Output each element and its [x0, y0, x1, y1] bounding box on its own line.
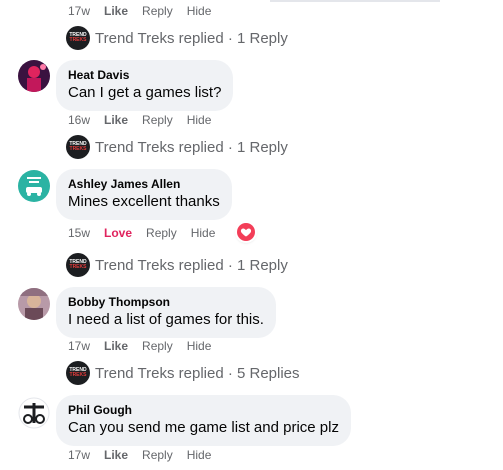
reply-button[interactable]: Reply: [146, 226, 177, 240]
comment-actions: 17w Like Reply Hide: [68, 448, 225, 462]
comment-text: Can you send me game list and price plz: [68, 419, 339, 436]
avatar[interactable]: [18, 288, 50, 320]
trend-treks-logo: TREND TREKS: [66, 361, 90, 385]
reply-button[interactable]: Reply: [142, 448, 173, 462]
hide-button[interactable]: Hide: [187, 113, 212, 127]
comment-bubble: Phil Gough Can you send me game list and…: [56, 395, 351, 446]
comment-actions: 17w Like Reply Hide: [68, 4, 225, 18]
trend-treks-logo: TREND TREKS: [66, 26, 90, 50]
timestamp[interactable]: 16w: [68, 113, 90, 127]
timestamp[interactable]: 17w: [68, 4, 90, 18]
replies-link[interactable]: TREND TREKS Trend Treks replied · 5 Repli…: [66, 361, 300, 385]
reply-button[interactable]: Reply: [142, 339, 173, 353]
author-name[interactable]: Heat Davis: [68, 67, 221, 83]
author-name[interactable]: Bobby Thompson: [68, 294, 264, 310]
like-button[interactable]: Like: [104, 448, 128, 462]
timestamp[interactable]: 15w: [68, 226, 90, 240]
trend-treks-logo: TREND TREKS: [66, 253, 90, 277]
hide-button[interactable]: Hide: [187, 448, 212, 462]
avatar[interactable]: [18, 60, 50, 92]
replies-summary[interactable]: Trend Treks replied · 1 Reply: [95, 30, 288, 47]
replies-summary[interactable]: Trend Treks replied · 5 Replies: [95, 365, 300, 382]
trend-treks-logo: TREND TREKS: [66, 135, 90, 159]
timestamp[interactable]: 17w: [68, 339, 90, 353]
comment-actions: 17w Like Reply Hide: [68, 339, 225, 353]
avatar[interactable]: [18, 397, 50, 429]
hide-button[interactable]: Hide: [187, 4, 212, 18]
replies-link[interactable]: TREND TREKS Trend Treks replied · 1 Reply: [66, 253, 288, 277]
love-reaction-button[interactable]: Love: [104, 226, 132, 240]
hide-button[interactable]: Hide: [191, 226, 216, 240]
comment-actions: 15w Love Reply Hide: [68, 226, 229, 240]
hide-button[interactable]: Hide: [187, 339, 212, 353]
author-name[interactable]: Phil Gough: [68, 402, 339, 418]
comment-bubble: Heat Davis Can I get a games list?: [56, 60, 234, 111]
comment-text: Mines excellent thanks: [68, 193, 220, 210]
comment-actions: 16w Like Reply Hide: [68, 113, 225, 127]
replies-summary[interactable]: Trend Treks replied · 1 Reply: [95, 139, 288, 156]
replies-link[interactable]: TREND TREKS Trend Treks replied · 1 Reply: [66, 135, 288, 159]
like-button[interactable]: Like: [104, 4, 128, 18]
replies-summary[interactable]: Trend Treks replied · 1 Reply: [95, 257, 288, 274]
comment-text: I need a list of games for this.: [68, 311, 264, 328]
like-button[interactable]: Like: [104, 113, 128, 127]
avatar[interactable]: [18, 170, 50, 202]
reply-button[interactable]: Reply: [142, 4, 173, 18]
timestamp[interactable]: 17w: [68, 448, 90, 462]
reply-button[interactable]: Reply: [142, 113, 173, 127]
like-button[interactable]: Like: [104, 339, 128, 353]
divider: [270, 0, 440, 2]
author-name[interactable]: Ashley James Allen: [68, 176, 220, 192]
comment-bubble: Bobby Thompson I need a list of games fo…: [56, 287, 276, 338]
heart-icon[interactable]: [237, 223, 255, 241]
replies-link[interactable]: TREND TREKS Trend Treks replied · 1 Reply: [66, 26, 288, 50]
comment-text: Can I get a games list?: [68, 84, 222, 101]
comment-bubble: Ashley James Allen Mines excellent thank…: [56, 169, 232, 220]
